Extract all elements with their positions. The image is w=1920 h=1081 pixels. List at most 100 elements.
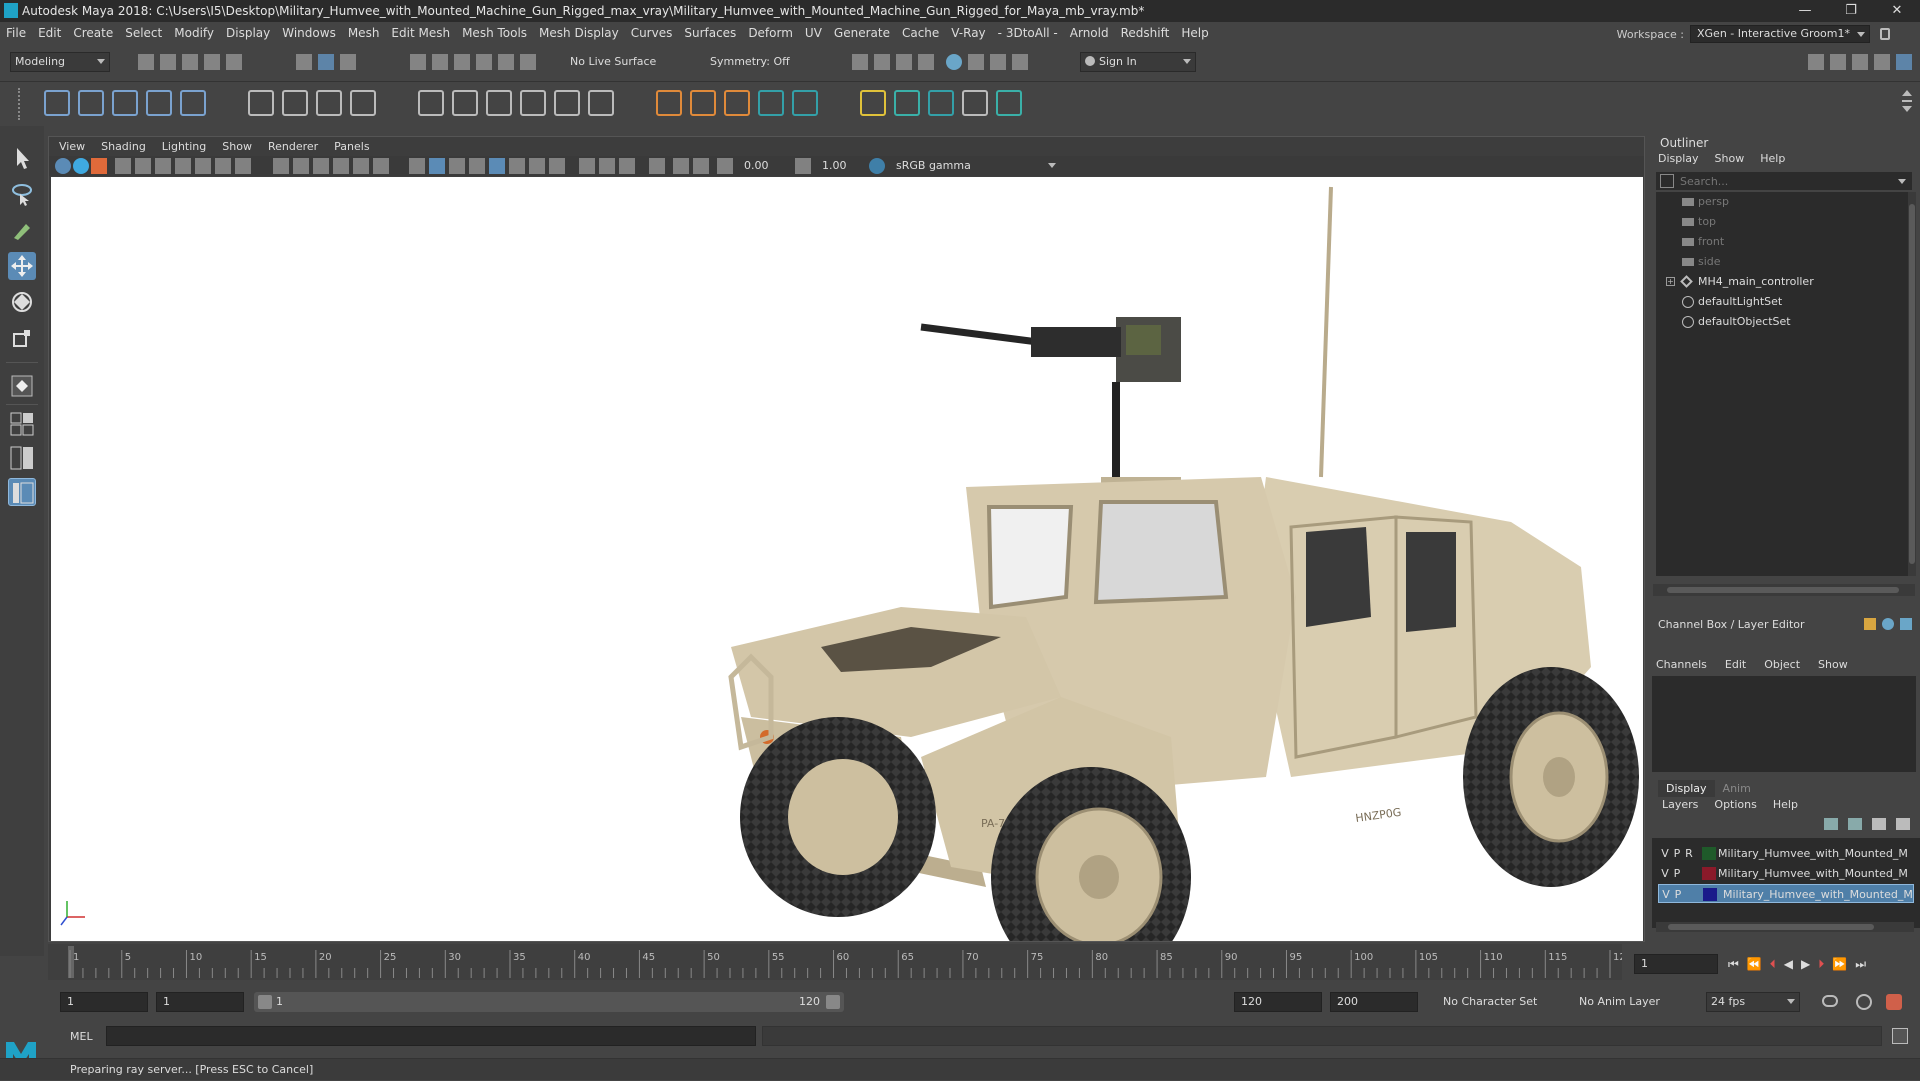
exposure-field[interactable]: 0.00 [737, 156, 785, 175]
play-forwards-icon[interactable]: ▶ [1801, 957, 1810, 971]
shelf-locator-icon[interactable] [656, 90, 682, 116]
snap-surface-icon[interactable] [498, 54, 514, 70]
layer-color-swatch[interactable] [1702, 867, 1716, 880]
layer-editor-toggle-icon[interactable] [1896, 54, 1912, 70]
shelf-point-constraint-icon[interactable] [418, 90, 444, 116]
shadows-icon[interactable] [469, 158, 485, 174]
shelf-ik-spline-icon[interactable] [112, 90, 138, 116]
minimize-button[interactable]: — [1782, 0, 1828, 22]
viewport-menu-view[interactable]: View [59, 140, 85, 153]
range-slider-end-handle[interactable] [826, 995, 840, 1009]
menu-uv[interactable]: UV [805, 26, 822, 40]
layer-color-swatch[interactable] [1703, 888, 1717, 901]
vray-stop-icon[interactable] [990, 54, 1006, 70]
render-settings-icon[interactable] [896, 54, 912, 70]
snap-point-icon[interactable] [454, 54, 470, 70]
menu-arnold[interactable]: Arnold [1070, 26, 1109, 40]
range-slider-start-handle[interactable] [258, 995, 272, 1009]
two-d-pan-icon[interactable] [135, 158, 151, 174]
resolution-gate-icon[interactable] [195, 158, 211, 174]
animation-preferences-icon[interactable] [1886, 994, 1902, 1010]
bookmark-icon[interactable] [91, 158, 107, 174]
outliner-menu-show[interactable]: Show [1715, 152, 1745, 165]
attribute-editor-toggle-icon[interactable] [1882, 618, 1894, 630]
viewport-3d[interactable]: PA-7 HNZP0G [51, 177, 1643, 941]
motion-blur-icon[interactable] [509, 158, 525, 174]
script-editor-icon[interactable] [1892, 1028, 1908, 1044]
image-plane-icon[interactable] [115, 158, 131, 174]
new-empty-layer-icon[interactable] [1872, 818, 1886, 830]
menu-edit[interactable]: Edit [38, 26, 61, 40]
layer-playback-toggle[interactable]: P [1672, 864, 1682, 883]
layer-playback-toggle[interactable]: P [1673, 885, 1683, 904]
ipr-render-icon[interactable] [874, 54, 890, 70]
shelf-ik-fk-icon[interactable] [758, 90, 784, 116]
wireframe-on-shaded-icon[interactable] [373, 158, 389, 174]
layer-row[interactable]: V P R Military_Humvee_with_Mounted_Mach [1658, 844, 1914, 863]
time-slider[interactable]: 1 5 10 15 20 25 30 35 40 45 50 55 60 65 70 75 80 85 90 95 10… [48, 944, 1632, 980]
use-all-lights-icon[interactable] [449, 158, 465, 174]
use-default-material-icon[interactable] [409, 158, 425, 174]
layer-editor-menu-options[interactable]: Options [1714, 798, 1756, 811]
layer-visibility-toggle[interactable]: V [1660, 864, 1670, 883]
anim-layer-dropdown[interactable]: No Anim Layer [1574, 992, 1694, 1012]
layer-editor-menu-help[interactable]: Help [1773, 798, 1798, 811]
search-filter-icon[interactable] [1660, 174, 1674, 188]
open-scene-icon[interactable] [160, 54, 176, 70]
menu-file[interactable]: File [6, 26, 26, 40]
step-forward-key-icon[interactable]: ⏵ [1818, 957, 1824, 972]
command-language-label[interactable]: MEL [70, 1030, 93, 1043]
outliner-vertical-scrollbar[interactable] [1908, 192, 1916, 576]
shelf-humanik-icon[interactable] [180, 90, 206, 116]
scale-tool-icon[interactable] [8, 324, 36, 352]
layer-playback-toggle[interactable]: P [1672, 844, 1682, 863]
menu-generate[interactable]: Generate [834, 26, 890, 40]
rotate-tool-icon[interactable] [8, 288, 36, 316]
close-button[interactable]: ✕ [1874, 0, 1920, 22]
command-input[interactable] [106, 1026, 756, 1046]
viewport-menu-show[interactable]: Show [222, 140, 252, 153]
xray-icon[interactable] [599, 158, 615, 174]
step-back-key-icon[interactable]: ⏴ [1770, 957, 1776, 972]
textured-icon[interactable] [429, 158, 445, 174]
lasso-tool-icon[interactable] [8, 180, 36, 208]
safe-title-icon[interactable] [313, 158, 329, 174]
menu-3dtoall[interactable]: - 3DtoAll - [998, 26, 1058, 40]
tool-settings-icon[interactable] [1852, 54, 1868, 70]
layout-outliner-persp-icon[interactable] [8, 478, 36, 506]
shelf-mirror-weights-icon[interactable] [894, 90, 920, 116]
shelf-ik-blend-icon[interactable] [792, 90, 818, 116]
new-scene-icon[interactable] [138, 54, 154, 70]
shelf-scale-constraint-icon[interactable] [520, 90, 546, 116]
gamma-field[interactable]: 1.00 [815, 156, 863, 175]
xray-joints-icon[interactable] [649, 158, 665, 174]
film-gate-icon[interactable] [175, 158, 191, 174]
smooth-shade-icon[interactable] [353, 158, 369, 174]
snap-pivot-icon[interactable] [520, 54, 536, 70]
step-forward-frame-icon[interactable]: ⏩ [1832, 957, 1847, 971]
animation-end-field[interactable]: 200 [1330, 992, 1418, 1012]
select-tool-icon[interactable] [8, 144, 36, 172]
select-component-icon[interactable] [340, 54, 356, 70]
playback-start-field[interactable]: 1 [156, 992, 244, 1012]
auto-key-icon[interactable] [1856, 994, 1872, 1010]
menu-redshift[interactable]: Redshift [1121, 26, 1170, 40]
outliner-menu-help[interactable]: Help [1760, 152, 1785, 165]
view-transform-dropdown[interactable]: sRGB gamma [891, 156, 1061, 175]
backface-culling-icon[interactable] [673, 158, 689, 174]
field-chart-icon[interactable] [235, 158, 251, 174]
shelf-handle-icon[interactable] [18, 88, 26, 120]
grease-pencil-icon[interactable] [155, 158, 171, 174]
camera-select-icon[interactable] [55, 158, 71, 174]
channel-box-menu-edit[interactable]: Edit [1725, 658, 1746, 671]
outliner-item[interactable]: defaultLightSet [1656, 292, 1912, 312]
shelf-wrap-icon[interactable] [316, 90, 342, 116]
range-slider[interactable]: 1 120 [254, 992, 844, 1012]
menu-windows[interactable]: Windows [282, 26, 336, 40]
layer-tab-anim[interactable]: Anim [1715, 780, 1759, 797]
menu-create[interactable]: Create [73, 26, 113, 40]
outliner-item[interactable]: side [1656, 252, 1912, 272]
vray-render-icon[interactable] [946, 54, 962, 70]
move-layer-down-icon[interactable] [1848, 818, 1862, 830]
channel-box-menu-channels[interactable]: Channels [1656, 658, 1707, 671]
